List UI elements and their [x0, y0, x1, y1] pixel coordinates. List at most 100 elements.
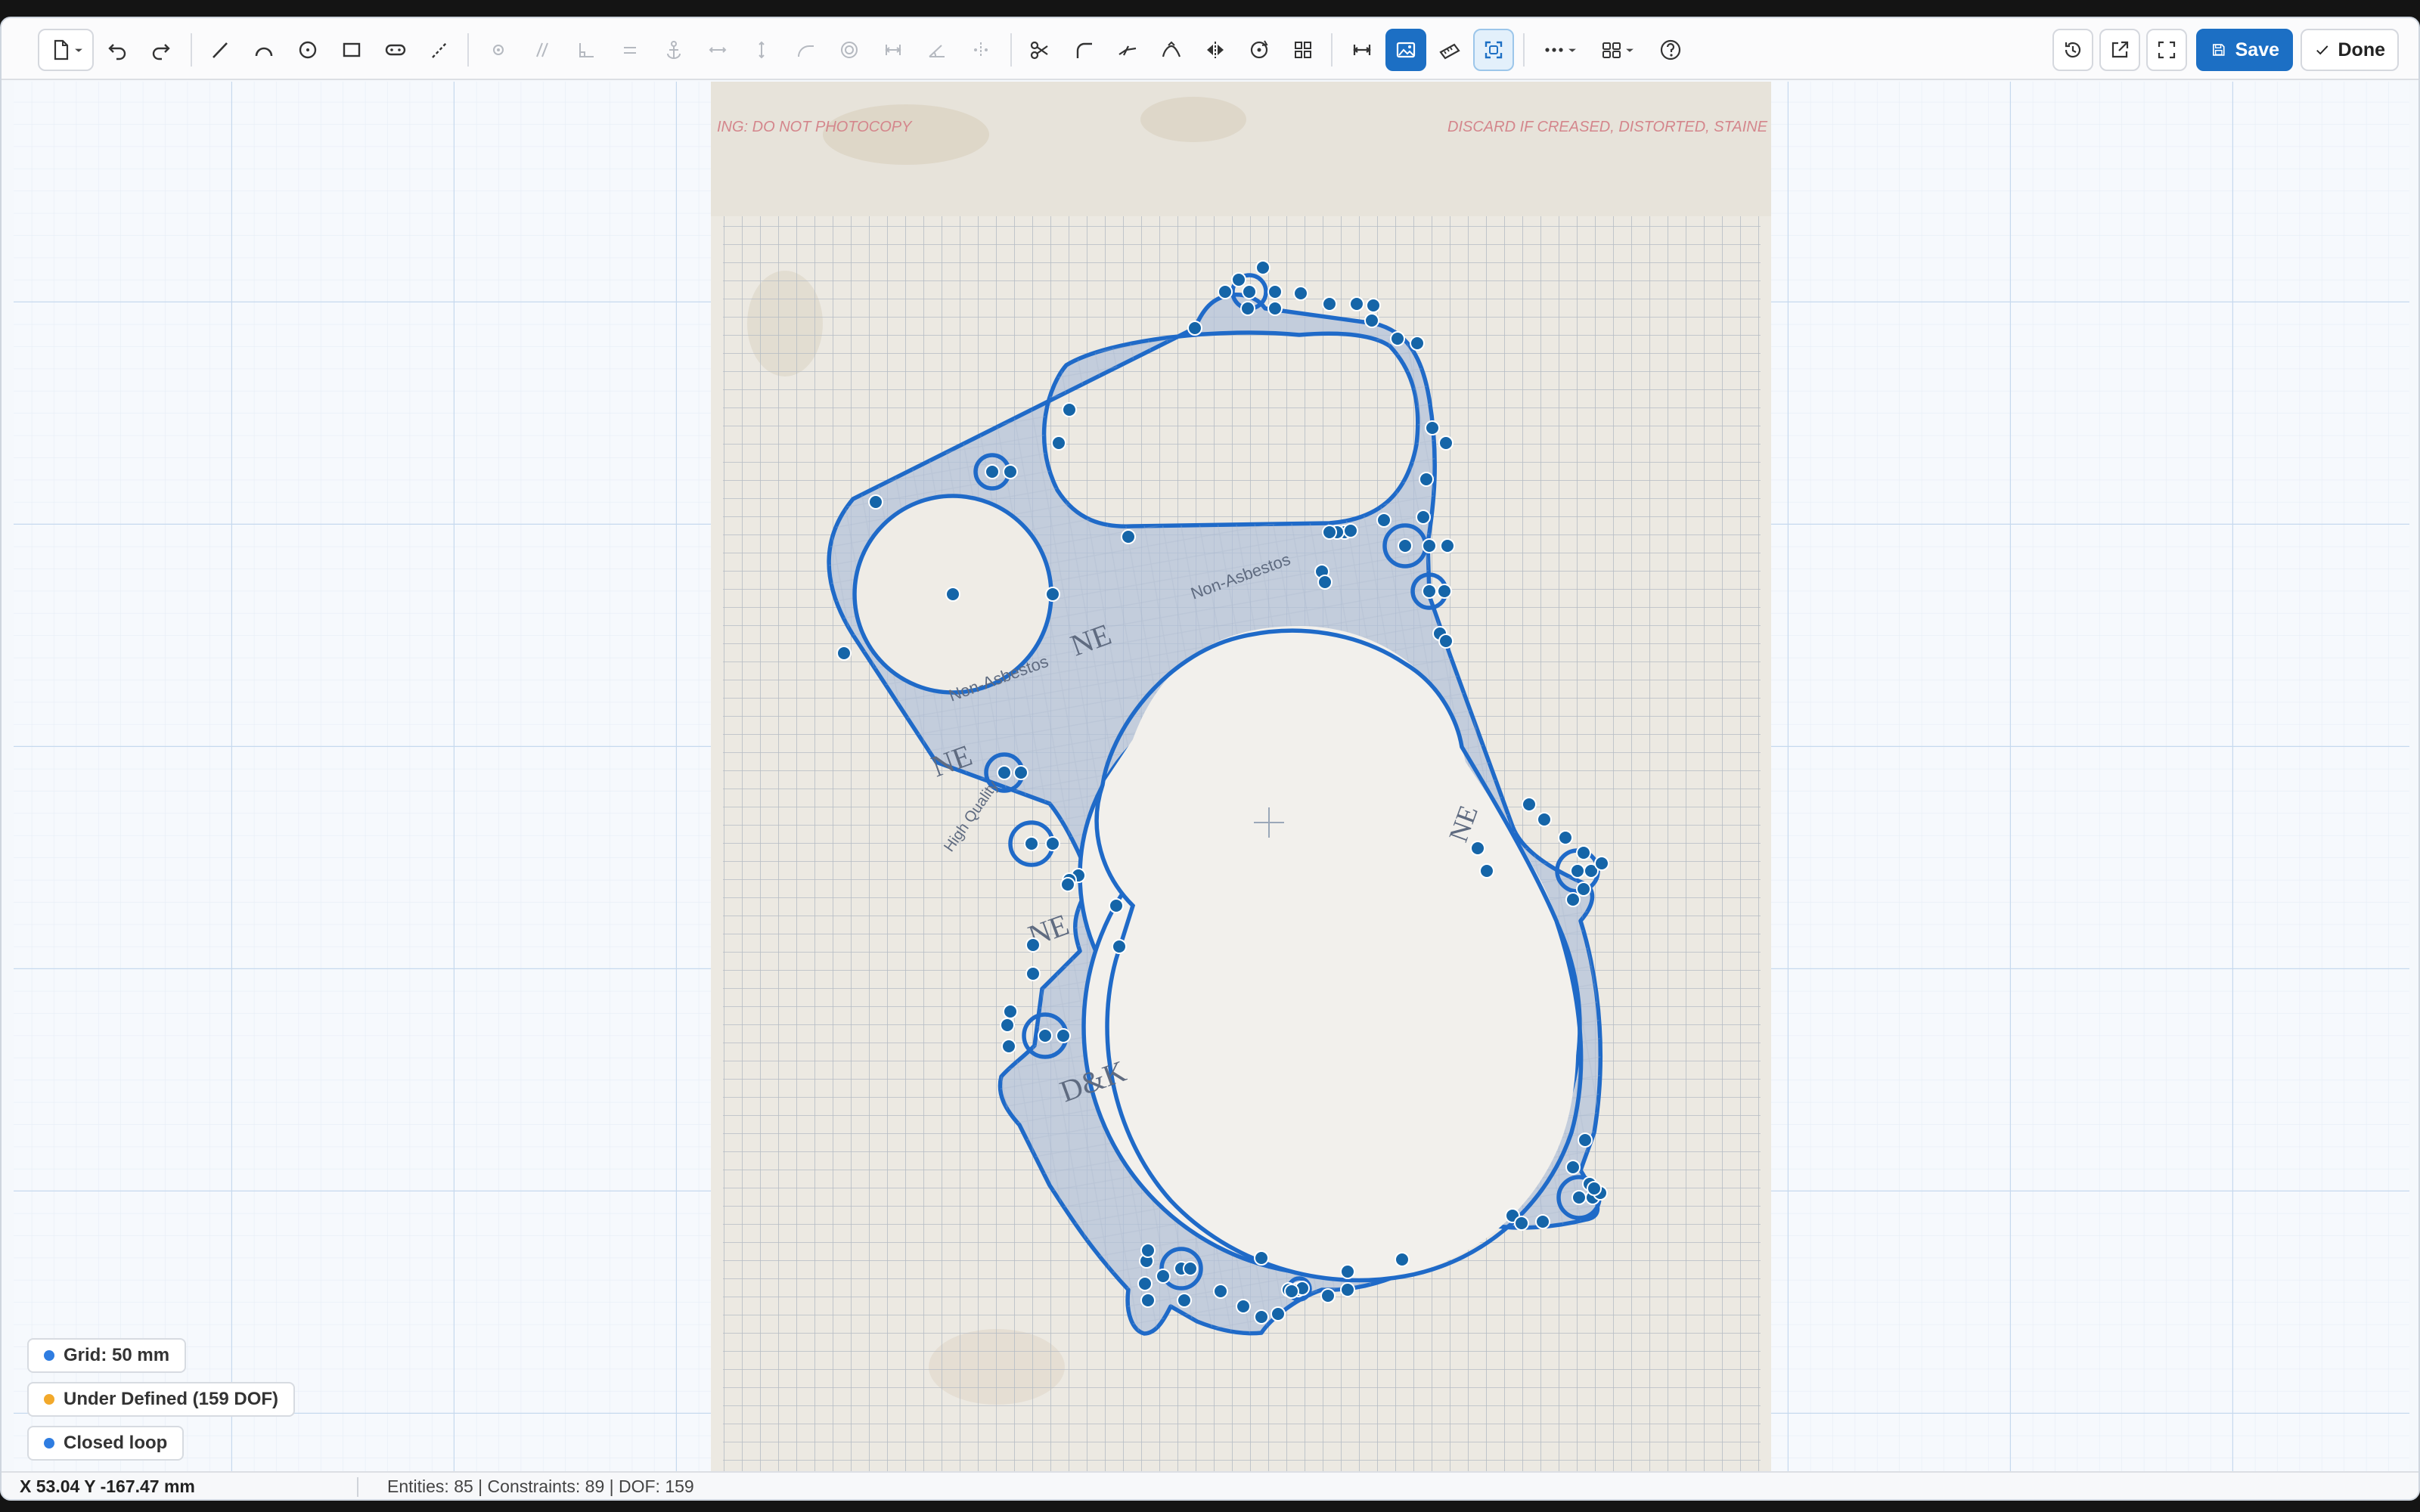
toolbar-separator — [1010, 33, 1012, 67]
construction-line-tool-button[interactable] — [419, 29, 460, 71]
save-button[interactable]: Save — [2196, 29, 2293, 71]
perpendicular-constraint-button[interactable] — [566, 29, 607, 71]
history-icon — [2065, 42, 2081, 58]
fillet-icon — [1076, 42, 1092, 58]
grid-status-dot — [44, 1350, 54, 1361]
paper-warning-left: ING: DO NOT PHOTOCOPY — [717, 119, 913, 135]
vertical-icon — [759, 41, 765, 59]
grid-size-badge[interactable]: Grid: 50 mm — [27, 1338, 187, 1373]
definition-status-badge[interactable]: Under Defined (159 DOF) — [27, 1382, 296, 1417]
external-link-icon — [2111, 41, 2129, 58]
loop-status-label: Closed loop — [64, 1433, 168, 1453]
loop-status-dot — [44, 1438, 54, 1448]
more-icon — [1545, 48, 1563, 52]
extend-icon — [1118, 45, 1137, 56]
arc-tool-button[interactable] — [244, 29, 284, 71]
loop-status-badge[interactable]: Closed loop — [27, 1426, 185, 1461]
tangent-icon — [798, 45, 814, 57]
status-bar: X 53.04 Y -167.47 mm Entities: 85 | Cons… — [2, 1471, 2418, 1499]
chevron-down-icon — [75, 48, 82, 52]
fix-icon — [667, 41, 681, 59]
status-separator — [357, 1477, 358, 1497]
offset-tool-button[interactable] — [1151, 29, 1192, 71]
rotate-icon — [1250, 40, 1268, 59]
offset-icon — [1162, 41, 1181, 57]
cursor-coordinates: X 53.04 Y -167.47 mm — [20, 1476, 195, 1496]
construction-line-icon — [432, 42, 447, 58]
parallel-icon — [536, 42, 548, 57]
concentric-constraint-button[interactable] — [829, 29, 870, 71]
mirror-tool-button[interactable] — [1195, 29, 1236, 71]
distance-constraint-button[interactable] — [873, 29, 914, 71]
line-icon — [213, 42, 228, 58]
arc-icon — [255, 47, 273, 57]
dimension-tool-button[interactable] — [1342, 29, 1382, 71]
fullscreen-icon — [2158, 41, 2176, 59]
layout-menu[interactable] — [1590, 29, 1644, 71]
distance-icon — [885, 45, 901, 55]
fillet-tool-button[interactable] — [1063, 29, 1104, 71]
measure-icon — [1439, 43, 1460, 60]
sketch-editor-window: Save Done ING: DO NOT PHOTOCOPY DISCARD … — [0, 17, 2420, 1501]
coincident-constraint-button[interactable] — [478, 29, 519, 71]
parallel-constraint-button[interactable] — [522, 29, 563, 71]
symmetric-constraint-button[interactable] — [960, 29, 1001, 71]
document-icon — [54, 39, 69, 60]
trim-icon — [1030, 41, 1048, 60]
fit-view-toggle[interactable] — [1473, 29, 1514, 71]
trim-tool-button[interactable] — [1019, 29, 1060, 71]
circle-tool-button[interactable] — [287, 29, 328, 71]
measure-tool-button[interactable] — [1429, 29, 1470, 71]
tangent-constraint-button[interactable] — [785, 29, 826, 71]
definition-status-label: Under Defined (159 DOF) — [64, 1389, 279, 1409]
grid-layer: ING: DO NOT PHOTOCOPY DISCARD IF CREASED… — [14, 82, 2409, 1474]
angle-icon — [929, 45, 945, 57]
undo-button[interactable] — [97, 29, 138, 71]
dimension-icon — [1353, 45, 1371, 55]
layout-grid-icon — [1602, 42, 1621, 58]
file-menu-button[interactable] — [38, 29, 94, 71]
equal-constraint-button[interactable] — [610, 29, 650, 71]
redo-button[interactable] — [141, 29, 182, 71]
rectangle-tool-button[interactable] — [331, 29, 372, 71]
slot-icon — [385, 44, 406, 56]
save-icon — [2213, 44, 2225, 56]
undo-icon — [108, 44, 126, 60]
line-tool-button[interactable] — [200, 29, 240, 71]
symmetric-icon — [974, 42, 988, 57]
slot-tool-button[interactable] — [375, 29, 416, 71]
toolbar-separator — [1523, 33, 1525, 67]
fullscreen-button[interactable] — [2146, 29, 2187, 71]
check-icon — [2316, 45, 2328, 55]
image-icon — [1396, 42, 1416, 58]
paper-warning-right: DISCARD IF CREASED, DISTORTED, STAINE — [1447, 119, 1768, 135]
toolbar-separator — [1331, 33, 1333, 67]
horizontal-icon — [709, 47, 727, 53]
sketch-stats: Entities: 85 | Constraints: 89 | DOF: 15… — [387, 1476, 694, 1496]
toolbar-separator — [191, 33, 192, 67]
definition-status-dot — [44, 1394, 54, 1405]
help-button[interactable] — [1650, 29, 1691, 71]
fix-constraint-button[interactable] — [653, 29, 694, 71]
circle-icon — [299, 41, 317, 59]
export-button[interactable] — [2099, 29, 2140, 71]
chevron-down-icon — [1568, 48, 1576, 52]
background-image-toggle[interactable] — [1385, 29, 1426, 71]
fit-view-icon — [1485, 41, 1503, 59]
more-tools-menu[interactable] — [1532, 29, 1587, 71]
perpendicular-icon — [579, 43, 594, 57]
sketch-canvas[interactable]: ING: DO NOT PHOTOCOPY DISCARD IF CREASED… — [14, 82, 2409, 1474]
redo-icon — [152, 44, 170, 60]
toolbar: Save Done — [2, 18, 2418, 80]
help-icon — [1660, 39, 1681, 60]
angle-constraint-button[interactable] — [917, 29, 957, 71]
history-button[interactable] — [2052, 29, 2093, 71]
pattern-tool-button[interactable] — [1283, 29, 1323, 71]
horizontal-constraint-button[interactable] — [697, 29, 738, 71]
rotate-tool-button[interactable] — [1239, 29, 1280, 71]
vertical-constraint-button[interactable] — [741, 29, 782, 71]
grid-size-label: Grid: 50 mm — [64, 1345, 170, 1365]
extend-tool-button[interactable] — [1107, 29, 1148, 71]
done-button[interactable]: Done — [2301, 29, 2399, 71]
save-button-label: Save — [2235, 39, 2279, 60]
